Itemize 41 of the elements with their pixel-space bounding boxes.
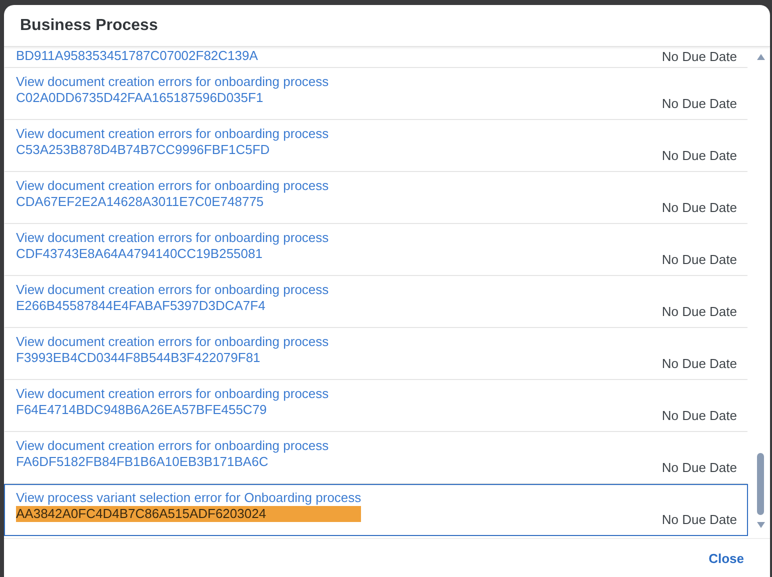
process-id: E266B45587844E4FABAF5397D3DCA7F4 [16, 298, 266, 314]
process-row[interactable]: View document creation errors for onboarding process E266B45587844E4FABAF5397D3DCA7F4 No Due Date [4, 276, 748, 328]
process-row[interactable]: View document creation errors for onboarding process F3993EB4CD0344F8B544B3F422079F81 No Due Date [4, 328, 748, 380]
due-date: No Due Date [662, 304, 737, 319]
process-row[interactable]: View process variant selection error for Onboarding process AA3842A0FC4D4B7C86A515ADF6203024 No Due Date [4, 484, 748, 536]
due-date: No Due Date [662, 356, 737, 371]
due-date: No Due Date [662, 49, 737, 64]
process-row[interactable]: View document creation errors for onboarding process C53A253B878D4B74B7CC9996FBF1C5FD No Due Date [4, 120, 748, 172]
process-row[interactable]: View document creation errors for onboarding process CDA67EF2E2A14628A3011E7C0E748775 No Due Date [4, 172, 748, 224]
dialog-title: Business Process [20, 16, 158, 34]
process-id: CDA67EF2E2A14628A3011E7C0E748775 [16, 194, 265, 210]
process-link[interactable]: View document creation errors for onboarding process [16, 334, 329, 350]
process-id: FA6DF5182FB84FB1B6A10EB3B171BA6C [16, 454, 270, 470]
process-link[interactable]: View document creation errors for onboarding process [16, 282, 329, 298]
process-id: CDF43743E8A64A4794140CC19B255081 [16, 246, 264, 262]
process-link[interactable]: View process variant selection error for Onboarding process [16, 490, 362, 506]
process-id: BD911A958353451787C07002F82C139A [16, 48, 258, 64]
process-row[interactable]: View document creation errors for onboarding process C02A0DD6735D42FAA165187596D035F1 No Due Date [4, 68, 748, 120]
due-date: No Due Date [662, 148, 737, 163]
process-row[interactable]: BD911A958353451787C07002F82C139A No Due Date [4, 47, 748, 68]
process-id: C02A0DD6735D42FAA165187596D035F1 [16, 90, 264, 106]
process-row[interactable]: View document creation errors for onboarding process CDF43743E8A64A4794140CC19B255081 No Due Date [4, 224, 748, 276]
due-date: No Due Date [662, 408, 737, 423]
due-date: No Due Date [662, 200, 737, 215]
process-link[interactable]: View document creation errors for onboarding process [16, 438, 329, 454]
due-date: No Due Date [662, 460, 737, 475]
process-id: F3993EB4CD0344F8B544B3F422079F81 [16, 350, 262, 366]
due-date: No Due Date [662, 512, 737, 527]
due-date: No Due Date [662, 96, 737, 111]
process-row[interactable]: View document creation errors for onboarding process FA6DF5182FB84FB1B6A10EB3B171BA6C No Due Date [4, 432, 748, 484]
process-id: F64E4714BDC948B6A26EA57BFE455C79 [16, 402, 268, 418]
due-date: No Due Date [662, 252, 737, 267]
process-link[interactable]: View document creation errors for onboarding process [16, 74, 329, 90]
process-link[interactable]: View document creation errors for onboarding process [16, 126, 329, 142]
process-link[interactable]: View document creation errors for onboarding process [16, 386, 329, 402]
process-row[interactable]: View document creation errors for onboarding process F64E4714BDC948B6A26EA57BFE455C79 No Due Date [4, 380, 748, 432]
process-link[interactable]: View document creation errors for onboarding process [16, 178, 329, 194]
process-id: C53A253B878D4B74B7CC9996FBF1C5FD [16, 142, 271, 158]
process-link[interactable]: View document creation errors for onboarding process [16, 230, 329, 246]
process-id: AA3842A0FC4D4B7C86A515ADF6203024 [16, 506, 362, 522]
close-button[interactable]: Close [704, 546, 748, 570]
